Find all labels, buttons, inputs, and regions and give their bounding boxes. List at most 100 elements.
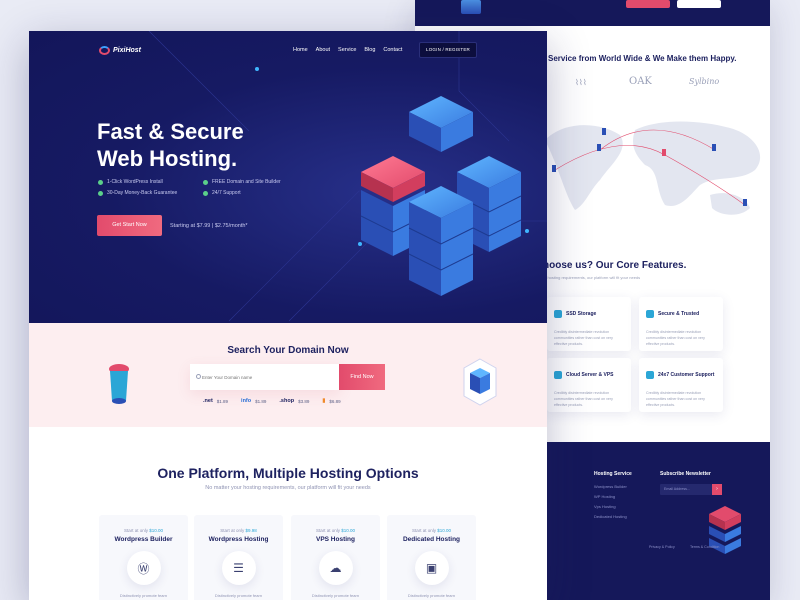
footer-link[interactable]: Dedicated Hosting bbox=[594, 514, 627, 519]
client-logo-icon: ⌇⌇⌇ bbox=[575, 78, 587, 87]
plan-start-label: Start at only bbox=[315, 528, 340, 533]
feature-desc: Credibly disintermediate revolution comm… bbox=[646, 330, 705, 346]
footer-hosting-heading: Hosting Service bbox=[594, 471, 632, 477]
support-icon bbox=[646, 370, 654, 379]
brand-logo[interactable]: PixiHost bbox=[99, 46, 141, 55]
logo-mark-icon bbox=[99, 46, 110, 55]
plan-desc: Distinctively promote fearn bbox=[311, 593, 360, 598]
find-now-button[interactable]: Find Now bbox=[339, 364, 385, 390]
feature-desc: Credibly disintermediate revolution comm… bbox=[554, 330, 613, 346]
server-hex-icon bbox=[463, 358, 497, 406]
client-logo: Sylbino bbox=[689, 77, 720, 86]
hero-section: PixiHost Home About Service Blog Contact… bbox=[29, 31, 547, 323]
footer-link[interactable]: Vps Hosting bbox=[594, 504, 616, 509]
world-map bbox=[545, 121, 761, 215]
tld-price: $6.89 bbox=[329, 398, 341, 404]
isometric-servers-illustration bbox=[360, 96, 522, 296]
plan-start-price: Start at only $10.00 bbox=[291, 528, 380, 533]
plan-card[interactable]: Start at only $10.00 VPS Hosting ☁ Disti… bbox=[291, 515, 380, 600]
hero-feature-text: 30-Day Money-Back Guarantee bbox=[107, 190, 178, 196]
domain-cup-icon bbox=[109, 364, 129, 404]
plan-start-label: Start at only bbox=[411, 528, 436, 533]
tld-name: info bbox=[241, 398, 252, 404]
plan-start-price: Start at only $10.00 bbox=[387, 528, 476, 533]
wordpress-icon: Ⓦ bbox=[126, 551, 161, 585]
hosting-subheading: No matter your hosting requirements, our… bbox=[205, 485, 371, 491]
hero-feature: 1-Click WordPress Install bbox=[98, 179, 203, 185]
plan-card[interactable]: Start at only $10.00 Dedicated Hosting ▣… bbox=[387, 515, 476, 600]
feature-card: 24x7 Customer Support Credibly disinterm… bbox=[639, 358, 723, 412]
feature-card: Cloud Server & VPS Credibly disintermedi… bbox=[547, 358, 631, 412]
nav-contact[interactable]: Contact bbox=[383, 47, 402, 53]
plan-price: $10.00 bbox=[341, 528, 356, 533]
terms-link[interactable]: Terms & Condition bbox=[690, 545, 719, 549]
plan-desc: Distinctively promote fearn bbox=[119, 593, 168, 598]
plan-desc: Distinctively promote fearn bbox=[407, 593, 456, 598]
ssd-icon bbox=[554, 309, 562, 318]
feature-title: Secure & Trusted bbox=[658, 310, 700, 317]
hosting-heading: One Platform, Multiple Hosting Options bbox=[157, 465, 419, 481]
tld-item: info $1.89 bbox=[241, 398, 266, 404]
back-top-banner bbox=[415, 0, 770, 26]
plan-start-price: Start at only $9.98 bbox=[194, 528, 283, 533]
plan-price: $10.00 bbox=[437, 528, 452, 533]
feature-title: SSD Storage bbox=[566, 310, 597, 317]
check-dot-icon bbox=[98, 179, 103, 185]
nav-service[interactable]: Service bbox=[338, 47, 356, 53]
shield-icon bbox=[646, 309, 654, 318]
nav-blog[interactable]: Blog bbox=[364, 47, 375, 53]
hero-feature-text: 1-Click WordPress Install bbox=[107, 179, 163, 185]
search-icon bbox=[196, 374, 201, 379]
domain-search-section: Search Your Domain Now Find Now .net$1.8… bbox=[29, 323, 547, 427]
feature-card: Secure & Trusted Credibly disintermediat… bbox=[639, 297, 723, 351]
nav-about[interactable]: About bbox=[316, 47, 330, 53]
server-cube-icon bbox=[461, 0, 481, 14]
back-secondary-button[interactable] bbox=[677, 0, 721, 8]
tld-logo-icon: ▮ bbox=[322, 398, 326, 404]
domain-search-heading: Search Your Domain Now bbox=[227, 345, 349, 356]
plan-start-price: Start at only $10.00 bbox=[99, 528, 188, 533]
check-dot-icon bbox=[203, 179, 208, 185]
plan-start-label: Start at only bbox=[220, 528, 245, 533]
brand-name: PixiHost bbox=[113, 47, 142, 54]
check-dot-icon bbox=[98, 190, 103, 196]
plan-card[interactable]: Start at only $10.00 Wordpress Builder Ⓦ… bbox=[99, 515, 188, 600]
newsletter-submit-button[interactable]: › bbox=[712, 484, 722, 495]
hero-feature-text: 24/7 Support bbox=[212, 190, 241, 196]
footer-newsletter-heading: Subscribe Newsletter bbox=[660, 471, 711, 477]
tld-name: .shop bbox=[279, 398, 295, 404]
plan-price: $9.98 bbox=[245, 528, 257, 533]
client-logo: OAK bbox=[629, 76, 652, 87]
plan-name: Dedicated Hosting bbox=[402, 536, 461, 543]
hero-title-line: Fast & Secure bbox=[97, 119, 244, 144]
features-heading: hoose us? Our Core Features. bbox=[543, 260, 687, 271]
plan-name: Wordpress Hosting bbox=[208, 536, 269, 543]
domain-search-input[interactable] bbox=[190, 364, 340, 390]
features-subheading: r hosting requirements, our platform wil… bbox=[545, 275, 641, 280]
get-started-button[interactable]: Get Start Now bbox=[97, 215, 162, 236]
hero-feature: 30-Day Money-Back Guarantee bbox=[98, 190, 203, 196]
tld-price: $1.89 bbox=[216, 398, 229, 404]
tld-name: .net bbox=[203, 398, 213, 404]
plan-desc: Distinctively promote fearn bbox=[214, 593, 263, 598]
tld-price: $1.89 bbox=[255, 398, 267, 404]
tld-price: $3.89 bbox=[298, 398, 310, 404]
footer-link[interactable]: WP Hosting bbox=[594, 494, 615, 499]
tld-item: .shop $3.89 bbox=[279, 398, 309, 404]
cloud-server-icon: ☁ bbox=[318, 551, 353, 585]
plan-name: Wordpress Builder bbox=[114, 536, 173, 543]
tld-item: .net $1.89 bbox=[203, 398, 228, 404]
footer-link[interactable]: Wordpress Builder bbox=[594, 484, 627, 489]
feature-title: 24x7 Customer Support bbox=[658, 371, 715, 378]
feature-title: Cloud Server & VPS bbox=[566, 371, 614, 378]
back-primary-button[interactable] bbox=[626, 0, 670, 8]
login-register-button[interactable]: LOGIN / REGISTER bbox=[419, 42, 477, 58]
feature-desc: Credibly disintermediate revolution comm… bbox=[554, 391, 613, 407]
plan-card[interactable]: Start at only $9.98 Wordpress Hosting ☰ … bbox=[194, 515, 283, 600]
privacy-link[interactable]: Privacy & Policy bbox=[649, 545, 675, 549]
tld-item: ▮ $6.89 bbox=[322, 398, 340, 404]
nav-home[interactable]: Home bbox=[293, 47, 308, 53]
server-stack-icon: ☰ bbox=[221, 551, 256, 585]
plan-price: $10.00 bbox=[149, 528, 164, 533]
newsletter-email-input[interactable]: Email Address... bbox=[660, 484, 712, 495]
